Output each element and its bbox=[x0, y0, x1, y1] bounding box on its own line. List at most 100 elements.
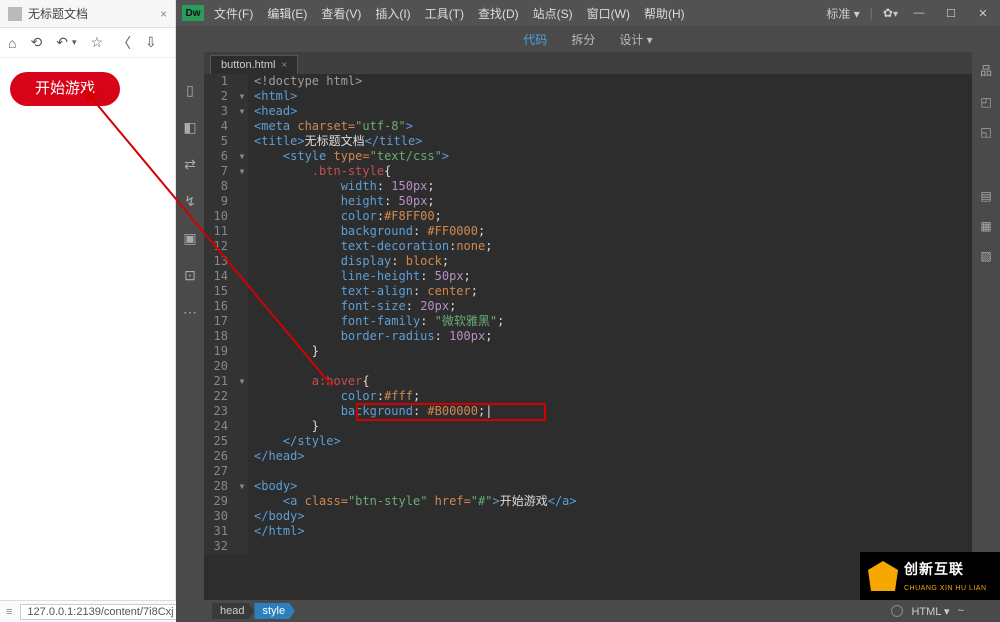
code-line[interactable]: 28▾<body> bbox=[204, 479, 577, 494]
sync-icon[interactable] bbox=[891, 605, 903, 617]
minimize-button[interactable]: — bbox=[908, 6, 930, 20]
code-line[interactable]: 2▾<html> bbox=[204, 89, 577, 104]
dw-logo-icon: Dw bbox=[182, 5, 204, 21]
panel-icon-1[interactable]: 品 bbox=[980, 62, 992, 79]
code-line[interactable]: 14 line-height: 50px; bbox=[204, 269, 577, 284]
browser-tab[interactable]: 无标题文档 × bbox=[0, 0, 175, 28]
back-icon[interactable]: 〈 bbox=[117, 33, 131, 53]
menu-tool[interactable]: 工具(T) bbox=[425, 5, 464, 22]
code-line[interactable]: 1<!doctype html> bbox=[204, 74, 577, 89]
panel-icon-6[interactable]: ▧ bbox=[980, 249, 991, 263]
undo-icon[interactable]: ↶ bbox=[56, 34, 68, 51]
tool-icon-6[interactable]: ⊡ bbox=[184, 267, 196, 284]
menu-help[interactable]: 帮助(H) bbox=[644, 5, 685, 22]
code-line[interactable]: 21▾ a:hover{ bbox=[204, 374, 577, 389]
encoding-label[interactable]: ~ bbox=[958, 605, 964, 617]
panel-icon-2[interactable]: ◰ bbox=[980, 95, 991, 109]
code-line[interactable]: 13 display: block; bbox=[204, 254, 577, 269]
tool-icon-5[interactable]: ▣ bbox=[183, 230, 196, 247]
code-line[interactable]: 24 } bbox=[204, 419, 577, 434]
code-line[interactable]: 19 } bbox=[204, 344, 577, 359]
code-line[interactable]: 6▾ <style type="text/css"> bbox=[204, 149, 577, 164]
close-button[interactable]: ✕ bbox=[972, 6, 994, 20]
file-tab-row: button.html × bbox=[204, 52, 972, 74]
dreamweaver-window: Dw 文件(F) 编辑(E) 查看(V) 插入(I) 工具(T) 查找(D) 站… bbox=[176, 0, 1000, 622]
code-line[interactable]: 15 text-align: center; bbox=[204, 284, 577, 299]
code-line[interactable]: 3▾<head> bbox=[204, 104, 577, 119]
code-line[interactable]: 16 font-size: 20px; bbox=[204, 299, 577, 314]
view-split[interactable]: 拆分 bbox=[571, 31, 595, 48]
url-display: 127.0.0.1:2139/content/7i8Cxj bbox=[20, 604, 180, 620]
tool-icon-7[interactable]: ⋯ bbox=[183, 304, 197, 321]
code-line[interactable]: 18 border-radius: 100px; bbox=[204, 329, 577, 344]
dw-menu-bar: 文件(F) 编辑(E) 查看(V) 插入(I) 工具(T) 查找(D) 站点(S… bbox=[214, 5, 685, 22]
star-icon[interactable]: ☆ bbox=[90, 34, 103, 51]
menu-view[interactable]: 查看(V) bbox=[321, 5, 361, 22]
code-line[interactable]: 23 background: #B00000;| bbox=[204, 404, 577, 419]
code-line[interactable]: 11 background: #FF0000; bbox=[204, 224, 577, 239]
tab-title: 无标题文档 bbox=[28, 5, 88, 22]
close-icon[interactable]: × bbox=[160, 7, 167, 21]
browser-toolbar: ⌂ ⟲ ↶ ▾ ☆ 〈 ⇩ bbox=[0, 28, 175, 58]
code-line[interactable]: 27 bbox=[204, 464, 577, 479]
preview-area: 开始游戏 bbox=[0, 58, 175, 120]
code-line[interactable]: 17 font-family: "微软雅黑"; bbox=[204, 314, 577, 329]
editor-area: button.html × 1<!doctype html>2▾<html>3▾… bbox=[204, 52, 972, 622]
file-tab-close-icon[interactable]: × bbox=[281, 60, 287, 71]
menu-window[interactable]: 窗口(W) bbox=[587, 5, 630, 22]
panel-icon-5[interactable]: ▦ bbox=[980, 219, 991, 233]
code-line[interactable]: 32 bbox=[204, 539, 577, 554]
right-tool-column: 品 ◰ ◱ ▤ ▦ ▧ bbox=[972, 52, 1000, 622]
menu-file[interactable]: 文件(F) bbox=[214, 5, 253, 22]
reload-icon[interactable]: ⟲ bbox=[30, 34, 42, 51]
view-code[interactable]: 代码 bbox=[523, 31, 547, 48]
code-line[interactable]: 4<meta charset="utf-8"> bbox=[204, 119, 577, 134]
crumb-head[interactable]: head bbox=[212, 603, 254, 619]
browser-status-bar: ≡ 127.0.0.1:2139/content/7i8Cxj bbox=[0, 600, 176, 622]
maximize-button[interactable]: ☐ bbox=[940, 6, 962, 20]
code-editor[interactable]: 1<!doctype html>2▾<html>3▾<head>4<meta c… bbox=[204, 74, 972, 600]
dropdown-icon[interactable]: ▾ bbox=[72, 37, 77, 48]
panel-icon-3[interactable]: ◱ bbox=[980, 125, 991, 139]
tool-icon-1[interactable]: ▯ bbox=[186, 82, 194, 99]
menu-find[interactable]: 查找(D) bbox=[478, 5, 519, 22]
code-line[interactable]: 10 color:#F8FF00; bbox=[204, 209, 577, 224]
code-line[interactable]: 9 height: 50px; bbox=[204, 194, 577, 209]
download-icon[interactable]: ⇩ bbox=[145, 34, 157, 51]
workspace-selector[interactable]: 标准 ▾ bbox=[826, 5, 859, 22]
settings-icon[interactable]: ✿▾ bbox=[883, 6, 898, 20]
start-game-button[interactable]: 开始游戏 bbox=[10, 72, 120, 106]
code-line[interactable]: 8 width: 150px; bbox=[204, 179, 577, 194]
view-switcher: 代码 拆分 设计 ▾ bbox=[176, 26, 1000, 52]
code-line[interactable]: 26</head> bbox=[204, 449, 577, 464]
dw-body: ▯ ◧ ⇄ ↯ ▣ ⊡ ⋯ button.html × 1<!doctype h… bbox=[176, 52, 1000, 622]
menu-edit[interactable]: 编辑(E) bbox=[267, 5, 307, 22]
brand-text: 创新互联 CHUANG XIN HU LIAN bbox=[904, 559, 987, 593]
code-line[interactable]: 20 bbox=[204, 359, 577, 374]
view-design[interactable]: 设计 ▾ bbox=[619, 31, 652, 48]
menu-icon[interactable]: ≡ bbox=[6, 606, 12, 618]
editor-status-bar: head style HTML ▾ ~ bbox=[204, 600, 972, 622]
code-line[interactable]: 30</body> bbox=[204, 509, 577, 524]
file-tab[interactable]: button.html × bbox=[210, 55, 298, 74]
left-tool-column: ▯ ◧ ⇄ ↯ ▣ ⊡ ⋯ bbox=[176, 52, 204, 622]
browser-panel: 无标题文档 × ⌂ ⟲ ↶ ▾ ☆ 〈 ⇩ 开始游戏 ≡ 127.0.0.1:2… bbox=[0, 0, 176, 622]
brand-logo-icon bbox=[868, 561, 898, 591]
tool-icon-4[interactable]: ↯ bbox=[184, 193, 196, 210]
code-line[interactable]: 22 color:#fff; bbox=[204, 389, 577, 404]
code-line[interactable]: 31</html> bbox=[204, 524, 577, 539]
code-line[interactable]: 5<title>无标题文档</title> bbox=[204, 134, 577, 149]
menu-insert[interactable]: 插入(I) bbox=[375, 5, 410, 22]
code-line[interactable]: 25 </style> bbox=[204, 434, 577, 449]
tool-icon-3[interactable]: ⇄ bbox=[184, 156, 196, 173]
home-icon[interactable]: ⌂ bbox=[8, 35, 16, 51]
code-line[interactable]: 29 <a class="btn-style" href="#">开始游戏</a… bbox=[204, 494, 577, 509]
code-line[interactable]: 7▾ .btn-style{ bbox=[204, 164, 577, 179]
tool-icon-2[interactable]: ◧ bbox=[183, 119, 196, 136]
menu-site[interactable]: 站点(S) bbox=[533, 5, 573, 22]
code-line[interactable]: 12 text-decoration:none; bbox=[204, 239, 577, 254]
doctype-label[interactable]: HTML ▾ bbox=[911, 605, 949, 618]
panel-icon-4[interactable]: ▤ bbox=[980, 189, 991, 203]
brand-watermark: 创新互联 CHUANG XIN HU LIAN bbox=[860, 552, 1000, 600]
crumb-style[interactable]: style bbox=[254, 603, 295, 619]
